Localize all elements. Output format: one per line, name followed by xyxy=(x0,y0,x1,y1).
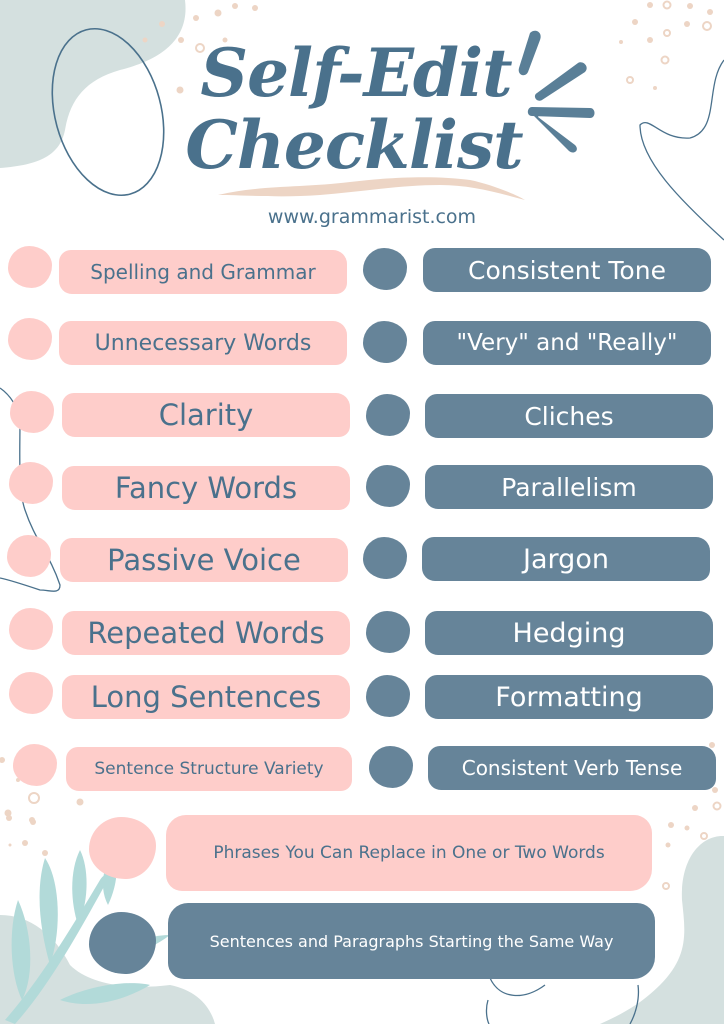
checkbox[interactable] xyxy=(369,746,413,788)
checklist-item-label: Sentences and Paragraphs Starting the Sa… xyxy=(168,903,655,979)
checkbox[interactable] xyxy=(7,535,51,577)
checkbox[interactable] xyxy=(10,391,54,433)
checklist-item-label: Parallelism xyxy=(425,465,713,509)
checkbox[interactable] xyxy=(366,465,410,507)
checkbox[interactable] xyxy=(89,912,156,974)
checklist-item-label: Repeated Words xyxy=(62,611,350,655)
checkbox[interactable] xyxy=(363,537,407,579)
checkbox[interactable] xyxy=(366,675,410,717)
checklist-item-label: Formatting xyxy=(425,675,713,719)
checklist-item-label: Spelling and Grammar xyxy=(59,250,347,294)
checklist-item-label: Phrases You Can Replace in One or Two Wo… xyxy=(166,815,652,891)
website-url[interactable]: www.grammarist.com xyxy=(0,206,724,228)
checklist-item-label: Cliches xyxy=(425,394,713,438)
checkbox[interactable] xyxy=(9,462,53,504)
checkbox[interactable] xyxy=(8,318,52,360)
wavy-line-bottom xyxy=(485,977,640,1024)
checklist-item-label: Passive Voice xyxy=(60,538,348,582)
checkbox[interactable] xyxy=(9,672,53,714)
page-title-line-1: Self-Edit xyxy=(200,34,512,112)
checkbox[interactable] xyxy=(8,246,52,288)
page-title-line-2: Checklist xyxy=(185,106,523,184)
checklist-item-label: Long Sentences xyxy=(62,675,350,719)
checklist-item-label: Consistent Tone xyxy=(423,248,711,292)
checkbox[interactable] xyxy=(363,321,407,363)
checkbox[interactable] xyxy=(13,744,57,786)
checkbox[interactable] xyxy=(363,248,407,290)
checklist-item-label: Consistent Verb Tense xyxy=(428,746,716,790)
checklist-item-label: Fancy Words xyxy=(62,466,350,510)
checklist-item-label: Sentence Structure Variety xyxy=(66,747,352,791)
checkbox[interactable] xyxy=(89,817,156,879)
checkbox[interactable] xyxy=(366,611,410,653)
checklist-item-label: Clarity xyxy=(62,393,350,437)
checklist-item-label: Unnecessary Words xyxy=(59,321,347,365)
checklist-item-label: "Very" and "Really" xyxy=(423,321,711,365)
checkbox[interactable] xyxy=(366,394,410,436)
checklist-item-label: Hedging xyxy=(425,611,713,655)
checklist-item-label: Jargon xyxy=(422,537,710,581)
checkbox[interactable] xyxy=(9,608,53,650)
